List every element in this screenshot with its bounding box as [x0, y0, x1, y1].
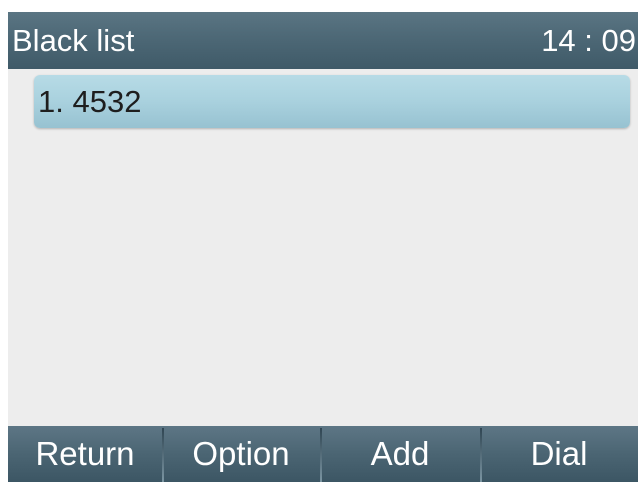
phone-screen: Black list 14 : 09 1. 4532 Return Option…	[0, 0, 638, 482]
softkey-bar: Return Option Add Dial	[8, 426, 638, 482]
dial-button-label: Dial	[530, 435, 588, 472]
return-button[interactable]: Return	[8, 426, 162, 482]
list-item-selected[interactable]: 1. 4532	[34, 75, 630, 128]
option-button-label: Option	[192, 435, 290, 472]
page-title: Black list	[12, 23, 135, 58]
option-button[interactable]: Option	[162, 426, 320, 482]
blacklist-content: 1. 4532	[8, 69, 638, 426]
return-button-label: Return	[35, 435, 135, 472]
clock: 14 : 09	[541, 23, 636, 58]
add-button[interactable]: Add	[320, 426, 480, 482]
title-bar: Black list 14 : 09	[8, 12, 638, 69]
add-button-label: Add	[370, 435, 430, 472]
dial-button[interactable]: Dial	[480, 426, 638, 482]
list-item-label: 1. 4532	[38, 84, 142, 119]
